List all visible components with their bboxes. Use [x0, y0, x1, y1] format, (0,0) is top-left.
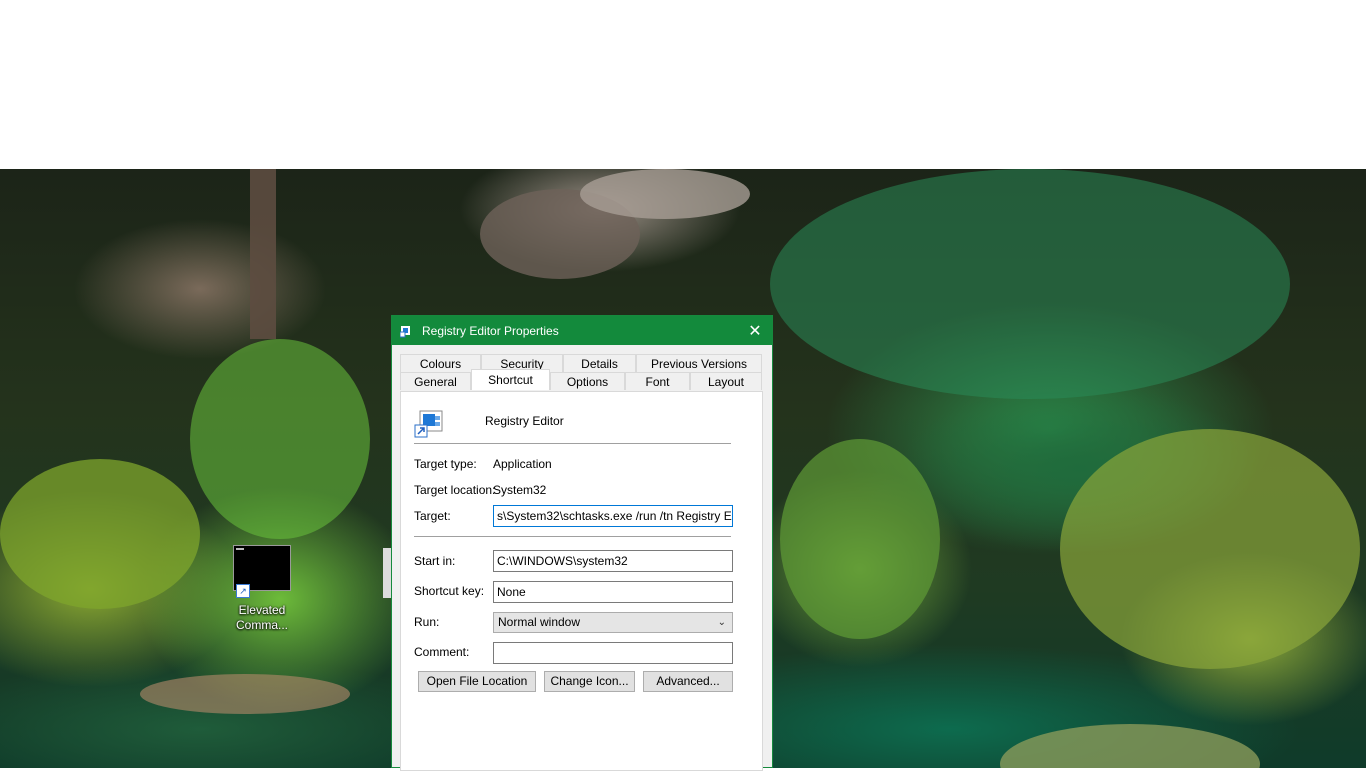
separator	[414, 443, 731, 444]
run-label: Run:	[414, 615, 440, 629]
tab-shortcut[interactable]: Shortcut	[471, 369, 550, 390]
start-in-input[interactable]: C:\WINDOWS\system32	[493, 550, 733, 572]
tab-options[interactable]: Options	[550, 372, 625, 390]
wallpaper-rock	[140, 674, 350, 714]
title-bar[interactable]: Registry Editor Properties ✕	[392, 316, 772, 345]
cmd-shortcut-icon: ↗	[233, 545, 291, 598]
chevron-down-icon: ⌄	[717, 617, 726, 628]
wallpaper-moss	[780, 439, 940, 639]
wallpaper-moss	[0, 459, 200, 609]
registry-editor-large-icon	[414, 408, 446, 440]
blank-top-area	[0, 0, 1366, 169]
change-icon-button[interactable]: Change Icon...	[544, 671, 635, 692]
run-select-value: Normal window	[498, 615, 581, 629]
tab-colours[interactable]: Colours	[400, 354, 481, 372]
comment-label: Comment:	[414, 645, 470, 659]
target-type-value: Application	[493, 457, 552, 471]
advanced-button[interactable]: Advanced...	[643, 671, 733, 692]
shortcut-arrow-icon: ↗	[236, 584, 250, 598]
separator	[414, 536, 731, 537]
target-type-label: Target type:	[414, 457, 477, 471]
shortcut-key-label: Shortcut key:	[414, 584, 485, 598]
run-select[interactable]: Normal window ⌄	[493, 612, 733, 633]
start-in-label: Start in:	[414, 554, 456, 568]
tab-previous-versions[interactable]: Previous Versions	[636, 354, 762, 372]
desktop-shortcut-label: Elevated Comma...	[235, 603, 288, 632]
wallpaper-grass	[190, 339, 370, 539]
dialog-title: Registry Editor Properties	[422, 323, 559, 338]
target-location-value: System32	[493, 483, 547, 497]
target-input[interactable]: s\System32\schtasks.exe /run /tn Registr…	[493, 505, 733, 527]
tab-strip: Colours Security Details Previous Versio…	[400, 354, 762, 390]
registry-editor-icon	[399, 324, 414, 338]
tab-layout[interactable]: Layout	[690, 372, 762, 390]
wallpaper-rock	[1000, 724, 1260, 768]
close-button[interactable]: ✕	[738, 316, 772, 345]
wallpaper-tree-trunk	[250, 169, 276, 339]
open-file-location-button[interactable]: Open File Location	[418, 671, 536, 692]
desktop-shortcut-partial[interactable]	[383, 548, 391, 598]
target-location-label: Target location:	[414, 483, 496, 497]
desktop-shortcut[interactable]: ↗ Elevated Comma...	[226, 545, 298, 633]
wallpaper-moss	[1060, 429, 1360, 669]
shortcut-name: Registry Editor	[485, 414, 564, 428]
close-icon: ✕	[748, 322, 762, 340]
tab-row-1: Colours Security Details Previous Versio…	[400, 354, 762, 372]
tab-general[interactable]: General	[400, 372, 471, 390]
comment-input[interactable]	[493, 642, 733, 664]
target-label: Target:	[414, 509, 451, 523]
wallpaper-foliage	[770, 169, 1290, 399]
shortcut-tab-panel: Registry Editor Target type: Application…	[400, 391, 763, 771]
shortcut-key-input[interactable]: None	[493, 581, 733, 603]
tab-row-2: General Shortcut Options Font Layout	[400, 369, 762, 390]
tab-details[interactable]: Details	[563, 354, 636, 372]
wallpaper-rock	[580, 169, 750, 219]
properties-dialog: Registry Editor Properties ✕ Colours Sec…	[391, 315, 773, 771]
tab-font[interactable]: Font	[625, 372, 690, 390]
